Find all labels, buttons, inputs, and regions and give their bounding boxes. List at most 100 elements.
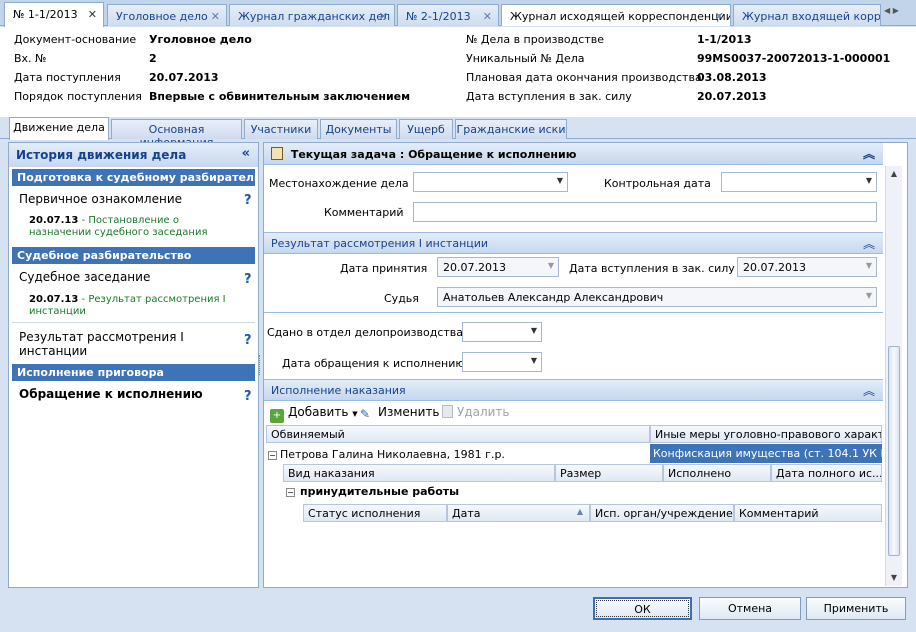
step-initial-review[interactable]: Первичное ознакомление (19, 192, 182, 206)
add-button[interactable]: + Добавить ▼ (270, 405, 358, 423)
history-title: История движения дела (16, 148, 187, 162)
receipt-order-label: Порядок поступления (14, 90, 142, 103)
tab-participants[interactable]: Участники (244, 119, 318, 139)
dropdown-arrow-icon[interactable]: ▼ (866, 261, 872, 270)
help-icon[interactable]: ? (244, 333, 252, 348)
planned-end-label: Плановая дата окончания производства (466, 71, 702, 84)
col-exec-body[interactable]: Исп. орган/учреждение (590, 504, 734, 522)
accused-row[interactable]: − Петрова Галина Николаевна, 1981 г.р. (268, 446, 648, 464)
step-court-session[interactable]: Судебное заседание (19, 270, 150, 284)
handed-label: Сдано в отдел делопроизводства (267, 326, 463, 339)
divider (12, 322, 255, 323)
judge-select[interactable]: Анатольев Александр Александрович ▼ (437, 287, 877, 307)
collapse-up-icon[interactable]: ︽ (863, 235, 875, 252)
doc-tab-incoming-journal[interactable]: Журнал входящей корресп (733, 4, 881, 26)
help-icon[interactable]: ? (244, 272, 252, 287)
dropdown-arrow-icon[interactable]: ▼ (531, 326, 537, 335)
col-accused[interactable]: Обвиняемый (266, 425, 650, 443)
collapse-left-icon[interactable]: « (242, 146, 250, 161)
comment-field[interactable] (413, 202, 877, 222)
col-full-date[interactable]: Дата полного ис... (771, 464, 882, 482)
doc-tab-label: Журнал гражданских дел (238, 10, 391, 23)
vertical-scrollbar[interactable]: ▲ ▼ (885, 166, 902, 586)
tab-main-info[interactable]: Основная информация (111, 119, 242, 149)
add-icon: + (270, 409, 284, 423)
col-comment[interactable]: Комментарий (734, 504, 882, 522)
scroll-left-icon[interactable]: ◀ (884, 6, 890, 15)
punishment-group-name: принудительные работы (300, 485, 460, 498)
dropdown-arrow-icon[interactable]: ▼ (531, 356, 537, 365)
step-first-instance-result[interactable]: Результат рассмотрения I инстанции (19, 330, 199, 358)
event-date: 20.07.13 (29, 215, 79, 226)
doc-tab-case-2-1[interactable]: № 2-1/2013 ✕ (397, 4, 499, 26)
close-icon[interactable]: ✕ (483, 10, 492, 23)
execution-date-label: Дата обращения к исполнению (282, 357, 465, 370)
event-date: 20.07.13 (29, 294, 79, 305)
collapse-row-icon[interactable]: − (268, 451, 277, 460)
accepted-date-value: 20.07.2013 (443, 261, 506, 274)
help-icon[interactable]: ? (244, 389, 252, 404)
other-measure-cell[interactable]: Конфискация имущества (ст. 104.1 УК РФ) (650, 444, 882, 463)
accepted-date-field[interactable]: 20.07.2013 ▼ (437, 257, 559, 277)
step-execution-request[interactable]: Обращение к исполнению (19, 387, 203, 401)
tab-scroll-arrows[interactable]: ◀ ▶ (884, 6, 912, 24)
punishment-section-title: Исполнение наказания (271, 384, 406, 397)
tab-civil-suits[interactable]: Гражданские иски (455, 119, 567, 139)
doc-tab-civil-journal[interactable]: Журнал гражданских дел ✕ (229, 4, 395, 26)
location-select[interactable]: ▼ (413, 172, 568, 192)
col-date[interactable]: Дата ▲ (447, 504, 590, 522)
delete-button[interactable]: Удалить (442, 405, 510, 419)
effective-date-value: 20.07.2013 (697, 90, 767, 103)
scroll-up-icon[interactable]: ▲ (886, 166, 902, 182)
accepted-date-label: Дата принятия (340, 262, 428, 275)
tab-case-movement[interactable]: Движение дела (9, 117, 109, 140)
control-date-field[interactable]: ▼ (721, 172, 877, 192)
close-icon[interactable]: ✕ (715, 10, 724, 23)
doc-tab-case-1-1[interactable]: № 1-1/2013 ✕ (4, 2, 104, 27)
scroll-right-icon[interactable]: ▶ (893, 6, 899, 15)
help-icon[interactable]: ? (244, 193, 252, 208)
tab-damage[interactable]: Ущерб (399, 119, 453, 139)
doc-tab-outgoing-journal[interactable]: Журнал исходящей корреспонденции ✕ (501, 4, 731, 26)
close-icon[interactable]: ✕ (211, 10, 220, 23)
col-executed[interactable]: Исполнено (663, 464, 771, 482)
edit-button[interactable]: ✎ Изменить (360, 405, 440, 421)
col-punishment-type[interactable]: Вид наказания (283, 464, 555, 482)
result-effective-field[interactable]: 20.07.2013 ▼ (737, 257, 877, 277)
history-header: История движения дела « (9, 143, 258, 167)
chevron-down-icon: ▼ (352, 410, 358, 418)
cancel-button[interactable]: Отмена (699, 597, 801, 620)
punishment-group-row[interactable]: − принудительные работы (286, 485, 686, 503)
col-other-measures[interactable]: Иные меры уголовно-правового характера (650, 425, 882, 443)
close-icon[interactable]: ✕ (379, 10, 388, 23)
col-exec-status[interactable]: Статус исполнения (303, 504, 447, 522)
collapse-up-icon[interactable]: ︽ (863, 145, 875, 162)
planned-end-value: 03.08.2013 (697, 71, 767, 84)
tab-documents[interactable]: Документы (320, 119, 397, 139)
received-date-label: Дата поступления (14, 71, 121, 84)
dropdown-arrow-icon[interactable]: ▼ (866, 176, 872, 185)
dropdown-arrow-icon[interactable]: ▼ (557, 176, 563, 185)
execution-date-field[interactable]: ▼ (462, 352, 542, 372)
col-date-label: Дата (452, 507, 481, 520)
col-size[interactable]: Размер (555, 464, 663, 482)
scroll-thumb[interactable] (888, 346, 900, 556)
comment-label: Комментарий (324, 206, 404, 219)
unique-no-label: Уникальный № Дела (466, 52, 585, 65)
edit-label: Изменить (378, 405, 440, 419)
collapse-row-icon[interactable]: − (286, 488, 295, 497)
doc-tab-criminal-case[interactable]: Уголовное дело ✕ (107, 4, 227, 26)
in-no-label: Вх. № (14, 52, 47, 65)
close-icon[interactable]: ✕ (88, 8, 97, 21)
scroll-down-icon[interactable]: ▼ (886, 570, 902, 586)
dropdown-arrow-icon[interactable]: ▼ (866, 291, 872, 300)
collapse-up-icon[interactable]: ︽ (863, 382, 875, 399)
add-label: Добавить (288, 405, 349, 419)
ok-button[interactable]: ОК (593, 597, 692, 620)
document-tab-bar: № 1-1/2013 ✕ Уголовное дело ✕ Журнал гра… (0, 0, 916, 27)
location-label: Местонахождение дела (269, 177, 409, 190)
dropdown-arrow-icon[interactable]: ▼ (548, 261, 554, 270)
history-event: 20.07.13 - Результат рассмотрения I инст… (29, 294, 226, 317)
handed-date-field[interactable]: ▼ (462, 322, 542, 342)
apply-button[interactable]: Применить (806, 597, 906, 620)
